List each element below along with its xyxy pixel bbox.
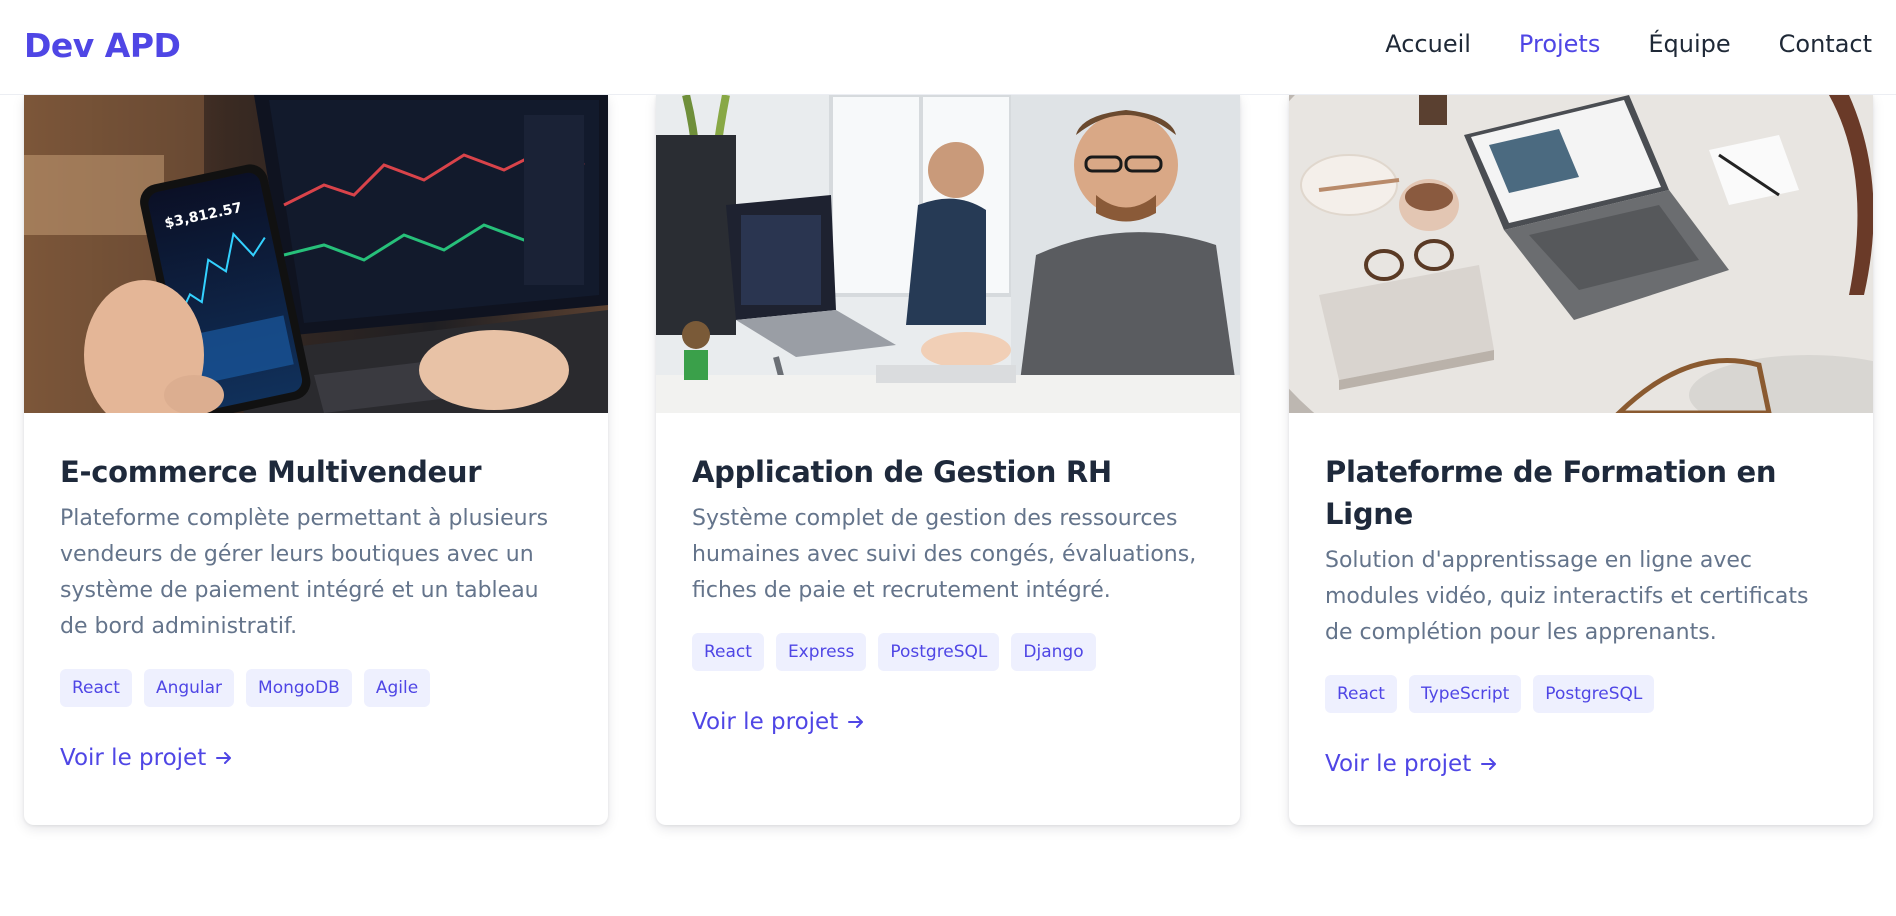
project-card: Application de Gestion RH Système comple… (656, 95, 1240, 825)
nav-link-equipe[interactable]: Équipe (1648, 30, 1730, 58)
view-project-label: Voir le projet (692, 709, 839, 735)
arrow-right-icon (1481, 758, 1497, 770)
project-card: Plateforme de Formation en Ligne Solutio… (1289, 95, 1873, 825)
project-description: Système complet de gestion des ressource… (692, 506, 1197, 603)
view-project-label: Voir le projet (1325, 751, 1472, 777)
card-body: Application de Gestion RH Système comple… (656, 413, 1240, 735)
tech-tags: React Express PostgreSQL Django (692, 633, 1204, 671)
view-project-link[interactable]: Voir le projet (60, 745, 234, 771)
tech-tag: PostgreSQL (1533, 675, 1655, 713)
project-description: Solution d'apprentissage en ligne avec m… (1325, 548, 1809, 645)
view-project-link[interactable]: Voir le projet (692, 709, 866, 735)
phone-trading-app-photo: $3,812.57 (24, 95, 608, 413)
main-nav: Accueil Projets Équipe Contact (1337, 30, 1872, 58)
tech-tag: React (692, 633, 764, 671)
project-image (1289, 95, 1873, 413)
tech-tag: React (60, 669, 132, 707)
arrow-right-icon (848, 716, 864, 728)
card-body: E-commerce Multivendeur Plateforme compl… (24, 413, 608, 771)
tech-tag: MongoDB (246, 669, 352, 707)
project-title: Plateforme de Formation en Ligne (1325, 455, 1777, 531)
developers-at-desk-photo (656, 95, 1240, 413)
laptop-on-marble-table-photo (1289, 95, 1873, 413)
tech-tags: React Angular MongoDB Agile (60, 669, 572, 707)
tech-tag: Express (775, 633, 867, 671)
nav-link-contact[interactable]: Contact (1779, 30, 1872, 58)
card-body: Plateforme de Formation en Ligne Solutio… (1289, 413, 1873, 777)
arrow-right-icon (216, 752, 232, 764)
project-image: $3,812.57 (24, 95, 608, 413)
tech-tag: React (1325, 675, 1397, 713)
projects-grid: $3,812.57 E-commerce Multivendeur Platef… (24, 95, 1874, 825)
tech-tag: Django (1011, 633, 1096, 671)
tech-tags: React TypeScript PostgreSQL (1325, 675, 1837, 713)
view-project-link[interactable]: Voir le projet (1325, 751, 1499, 777)
nav-link-projets[interactable]: Projets (1519, 30, 1600, 58)
tech-tag: TypeScript (1408, 675, 1522, 713)
nav-link-accueil[interactable]: Accueil (1385, 30, 1471, 58)
top-navbar: Dev APD Accueil Projets Équipe Contact (0, 0, 1896, 95)
tech-tag: PostgreSQL (878, 633, 1000, 671)
project-image (656, 95, 1240, 413)
view-project-label: Voir le projet (60, 745, 207, 771)
project-title: Application de Gestion RH (692, 455, 1112, 489)
project-card: $3,812.57 E-commerce Multivendeur Platef… (24, 95, 608, 825)
site-logo[interactable]: Dev APD (24, 26, 181, 65)
project-title: E-commerce Multivendeur (60, 455, 482, 489)
project-description: Plateforme complète permettant à plusieu… (60, 506, 549, 639)
tech-tag: Angular (143, 669, 235, 707)
tech-tag: Agile (363, 669, 431, 707)
